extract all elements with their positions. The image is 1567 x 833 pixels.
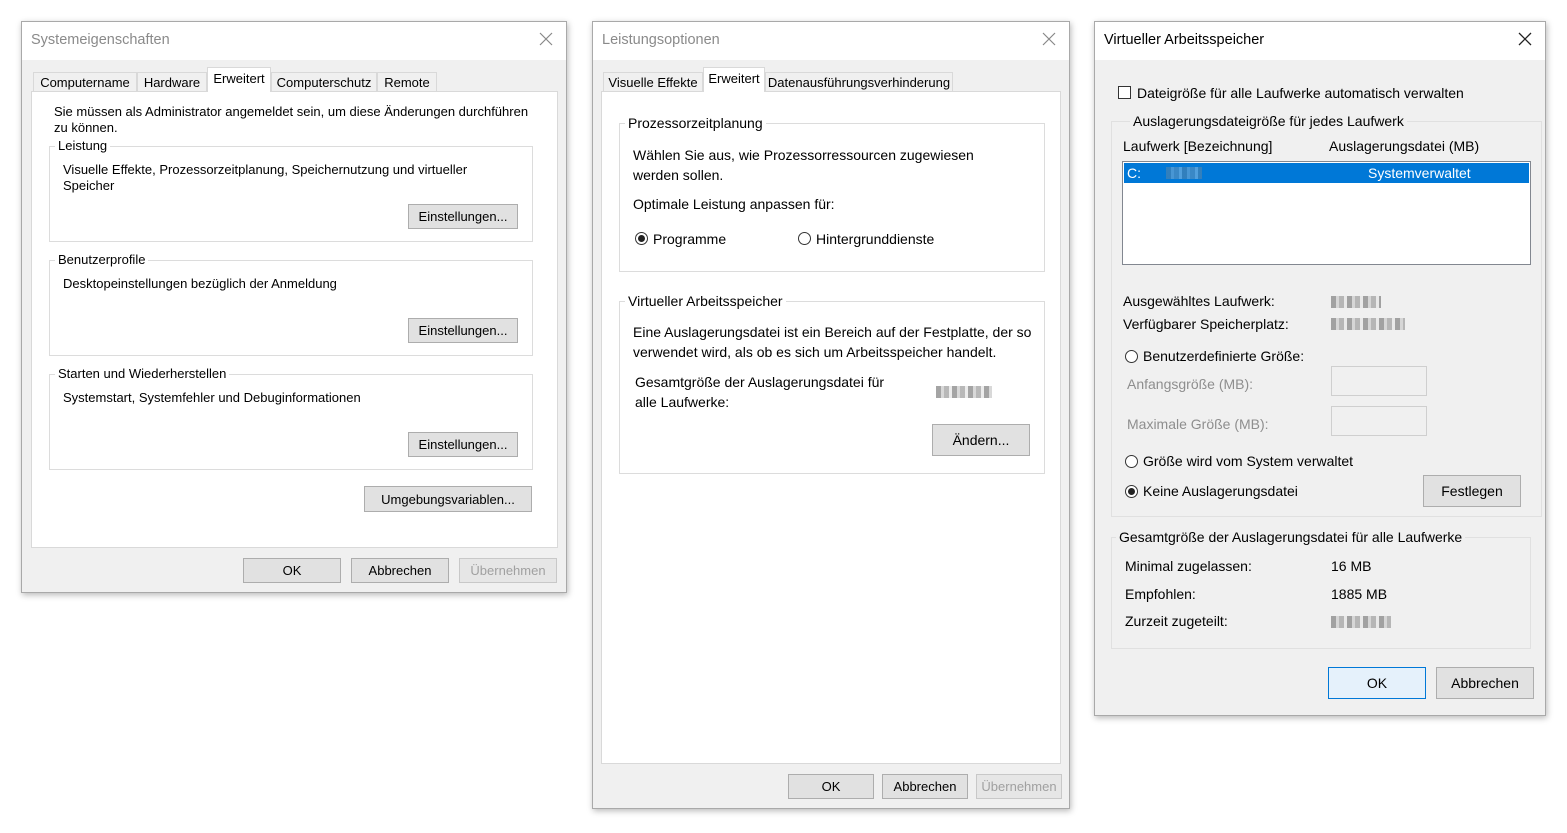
radio-services[interactable] (798, 232, 811, 245)
group-description: Visuelle Effekte, Prozessorzeitplanung, … (63, 162, 468, 193)
close-icon (1042, 32, 1056, 46)
drive-label-redacted (1166, 167, 1202, 179)
cancel-button[interactable]: Abbrechen (882, 774, 968, 799)
close-icon (539, 32, 553, 46)
close-icon (1518, 32, 1532, 46)
radio-custom-size-label[interactable]: Benutzerdefinierte Größe: (1143, 348, 1304, 364)
group-label: Virtueller Arbeitsspeicher (625, 293, 786, 309)
tab-panel: Sie müssen als Administrator angemeldet … (31, 91, 558, 548)
allocated-label: Zurzeit zugeteilt: (1125, 613, 1228, 629)
title-bar: Virtueller Arbeitsspeicher (1095, 22, 1545, 60)
virtual-memory-dialog: Virtueller Arbeitsspeicher Dateigröße fü… (1094, 21, 1546, 716)
auto-manage-label[interactable]: Dateigröße für alle Laufwerke automatisc… (1137, 85, 1464, 101)
tab-computerschutz[interactable]: Computerschutz (271, 72, 377, 92)
list-item[interactable]: C: Systemverwaltet (1124, 163, 1529, 183)
radio-no-pagefile-label[interactable]: Keine Auslagerungsdatei (1143, 483, 1298, 499)
group-label: Benutzerprofile (55, 252, 149, 267)
performance-options-dialog: Leistungsoptionen Visuelle Effekte Erwei… (592, 21, 1070, 809)
title-bar: Systemeigenschaften (22, 22, 566, 60)
drive-pagefile-value: Systemverwaltet (1368, 165, 1471, 181)
cpu-description: Wählen Sie aus, wie Prozessorressourcen … (633, 147, 974, 183)
drive-letter: C: (1127, 165, 1141, 181)
radio-custom-size[interactable] (1125, 350, 1138, 363)
tab-erweitert[interactable]: Erweitert (207, 67, 271, 92)
drive-list[interactable]: C: Systemverwaltet (1122, 161, 1531, 265)
group-label: Starten und Wiederherstellen (55, 366, 230, 381)
performance-settings-button[interactable]: Einstellungen... (408, 204, 518, 229)
group-benutzerprofile: Benutzerprofile Desktopeinstellungen bez… (49, 252, 533, 356)
close-button[interactable] (1517, 31, 1533, 47)
close-button[interactable] (538, 31, 554, 47)
group-starten: Starten und Wiederherstellen Systemstart… (49, 366, 533, 470)
column-pagefile: Auslagerungsdatei (MB) (1329, 138, 1480, 154)
total-pagefile-label: Gesamtgröße der Auslagerungsdatei für al… (635, 374, 885, 410)
ok-button[interactable]: OK (788, 774, 874, 799)
recommended-label: Empfohlen: (1125, 586, 1196, 602)
group-leistung: Leistung Visuelle Effekte, Prozessorzeit… (49, 138, 533, 242)
dialog-title: Leistungsoptionen (602, 32, 720, 48)
tab-dep[interactable]: Datenausführungsverhinderung (765, 72, 953, 92)
group-virtual-memory: Virtueller Arbeitsspeicher Eine Auslager… (619, 293, 1045, 474)
free-space-label: Verfügbarer Speicherplatz: (1123, 316, 1289, 332)
initial-size-label: Anfangsgröße (MB): (1127, 376, 1254, 392)
dialog-title: Virtueller Arbeitsspeicher (1104, 32, 1265, 48)
group-description: Systemstart, Systemfehler und Debuginfor… (63, 390, 361, 405)
title-bar: Leistungsoptionen (593, 22, 1069, 60)
selected-drive-label: Ausgewähltes Laufwerk: (1123, 293, 1275, 309)
column-drive: Laufwerk [Bezeichnung] (1123, 138, 1273, 154)
group-description: Desktopeinstellungen bezüglich der Anmel… (63, 276, 337, 291)
profiles-settings-button[interactable]: Einstellungen... (408, 318, 518, 343)
selected-drive-value-redacted (1331, 296, 1381, 308)
radio-programs-label[interactable]: Programme (653, 231, 726, 247)
admin-note: Sie müssen als Administrator angemeldet … (54, 104, 529, 135)
group-label: Prozessorzeitplanung (625, 115, 766, 131)
environment-variables-button[interactable]: Umgebungsvariablen... (364, 486, 532, 512)
set-button[interactable]: Festlegen (1423, 475, 1521, 507)
group-label: Gesamtgröße der Auslagerungsdatei für al… (1116, 529, 1466, 545)
apply-button[interactable]: Übernehmen (976, 774, 1062, 799)
tab-hardware[interactable]: Hardware (137, 72, 207, 92)
recommended-value: 1885 MB (1331, 586, 1388, 602)
min-allowed-label: Minimal zugelassen: (1125, 558, 1252, 574)
total-pagefile-value-redacted (936, 386, 992, 398)
dialog-title: Systemeigenschaften (31, 32, 170, 48)
radio-system-managed-label[interactable]: Größe wird vom System verwaltet (1143, 453, 1353, 469)
min-allowed-value: 16 MB (1331, 558, 1372, 574)
free-space-value-redacted (1331, 318, 1405, 330)
change-button[interactable]: Ändern... (932, 424, 1030, 456)
tab-remote[interactable]: Remote (377, 72, 437, 92)
allocated-value-redacted (1331, 616, 1391, 628)
radio-programs[interactable] (635, 232, 648, 245)
cancel-button[interactable]: Abbrechen (1436, 667, 1534, 699)
ok-button[interactable]: OK (243, 558, 341, 583)
close-button[interactable] (1041, 31, 1057, 47)
startup-settings-button[interactable]: Einstellungen... (408, 432, 518, 457)
system-properties-dialog: Systemeigenschaften Computername Hardwar… (21, 21, 567, 593)
tab-computername[interactable]: Computername (33, 72, 137, 92)
tab-visual-effects[interactable]: Visuelle Effekte (603, 72, 703, 92)
vm-description: Eine Auslagerungsdatei ist ein Bereich a… (633, 324, 1032, 360)
apply-button[interactable]: Übernehmen (459, 558, 557, 583)
radio-no-pagefile[interactable] (1125, 485, 1138, 498)
cancel-button[interactable]: Abbrechen (351, 558, 449, 583)
optimize-label: Optimale Leistung anpassen für: (633, 196, 835, 212)
tab-panel: Prozessorzeitplanung Wählen Sie aus, wie… (601, 91, 1061, 764)
radio-system-managed[interactable] (1125, 455, 1138, 468)
max-size-label: Maximale Größe (MB): (1127, 416, 1269, 432)
group-cpu-scheduling: Prozessorzeitplanung Wählen Sie aus, wie… (619, 115, 1045, 272)
group-label: Leistung (55, 138, 111, 153)
group-label: Auslagerungsdateigröße für jedes Laufwer… (1130, 113, 1407, 129)
ok-button[interactable]: OK (1328, 667, 1426, 699)
initial-size-input[interactable] (1331, 366, 1427, 396)
auto-manage-checkbox[interactable] (1118, 86, 1131, 99)
max-size-input[interactable] (1331, 406, 1427, 436)
tab-erweitert[interactable]: Erweitert (703, 67, 765, 92)
radio-services-label[interactable]: Hintergrunddienste (816, 231, 934, 247)
